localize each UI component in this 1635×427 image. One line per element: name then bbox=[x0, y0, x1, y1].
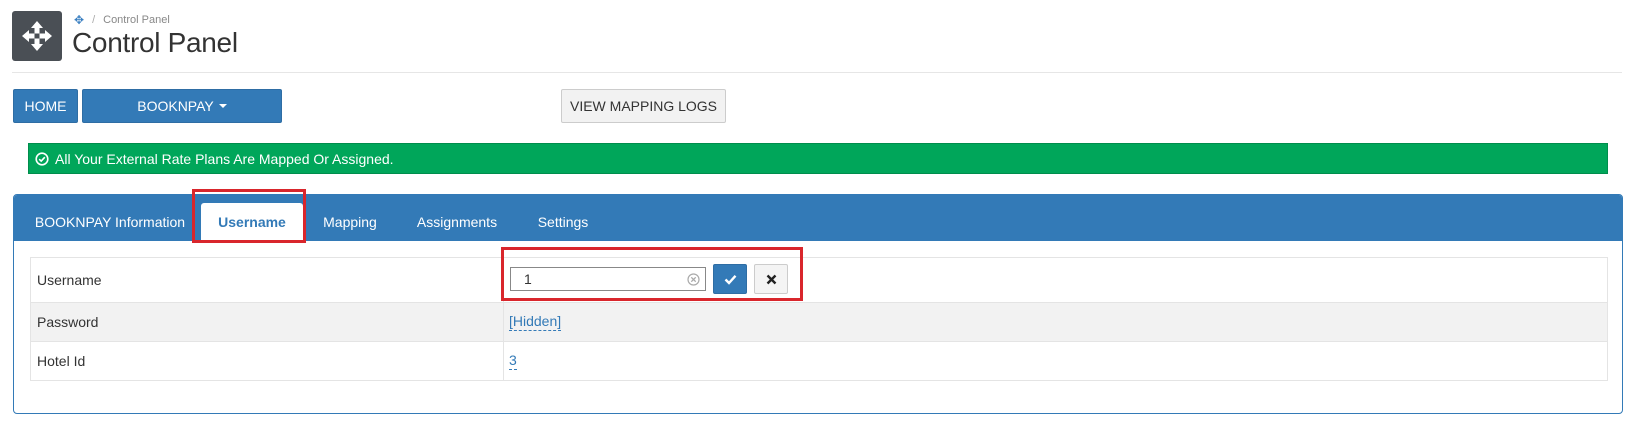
table-row-hotel-id: Hotel Id 3 bbox=[31, 341, 1607, 380]
password-label: Password bbox=[37, 314, 99, 330]
tab-bar: BOOKNPAY Information Username Mapping As… bbox=[14, 195, 1622, 241]
page-header: ✥ / Control Panel Control Panel bbox=[12, 11, 1622, 73]
breadcrumb-item-control-panel[interactable]: Control Panel bbox=[103, 14, 170, 26]
table-row-password: Password [Hidden] bbox=[31, 302, 1607, 341]
cancel-edit-button[interactable] bbox=[754, 264, 788, 294]
tab-booknpay-information[interactable]: BOOKNPAY Information bbox=[32, 203, 188, 241]
username-label: Username bbox=[37, 272, 102, 288]
move-arrows-icon bbox=[12, 11, 62, 61]
tab-settings[interactable]: Settings bbox=[529, 203, 597, 241]
cell-divider bbox=[503, 342, 504, 380]
password-editable-link[interactable]: [Hidden] bbox=[509, 313, 562, 331]
view-mapping-logs-label: VIEW MAPPING LOGS bbox=[569, 98, 718, 114]
home-button[interactable]: HOME bbox=[13, 89, 78, 123]
booknpay-dropdown-button[interactable]: BOOKNPAY bbox=[82, 89, 282, 123]
move-small-icon[interactable]: ✥ bbox=[74, 13, 84, 27]
username-input-value: 1 bbox=[524, 271, 532, 287]
clear-input-icon[interactable] bbox=[687, 273, 700, 286]
tab-mapping[interactable]: Mapping bbox=[315, 203, 385, 241]
tab-username[interactable]: Username bbox=[201, 203, 303, 241]
tab-assignments[interactable]: Assignments bbox=[407, 203, 507, 241]
alert-text: All Your External Rate Plans Are Mapped … bbox=[55, 150, 394, 167]
home-button-label: HOME bbox=[24, 98, 67, 114]
view-mapping-logs-button[interactable]: VIEW MAPPING LOGS bbox=[561, 89, 726, 123]
check-circle-icon bbox=[35, 151, 49, 166]
hotel-id-label: Hotel Id bbox=[37, 353, 86, 369]
details-table: Username 1 Password [Hidden] Hotel Id 3 bbox=[30, 257, 1608, 381]
cell-divider bbox=[503, 303, 504, 341]
booknpay-button-label: BOOKNPAY bbox=[137, 98, 214, 114]
confirm-edit-button[interactable] bbox=[713, 264, 747, 294]
close-icon bbox=[766, 274, 776, 284]
booknpay-panel: BOOKNPAY Information Username Mapping As… bbox=[13, 194, 1623, 414]
username-input[interactable]: 1 bbox=[510, 267, 706, 291]
success-alert: All Your External Rate Plans Are Mapped … bbox=[28, 143, 1608, 174]
password-value-cell: [Hidden] bbox=[509, 303, 562, 341]
cell-divider bbox=[503, 258, 504, 302]
breadcrumb: ✥ / Control Panel bbox=[74, 13, 170, 27]
hotel-id-editable-link[interactable]: 3 bbox=[509, 352, 517, 370]
check-icon bbox=[724, 274, 736, 285]
table-row-username: Username 1 bbox=[31, 258, 1607, 302]
caret-down-icon bbox=[218, 104, 227, 108]
page-title: Control Panel bbox=[72, 27, 238, 58]
breadcrumb-separator: / bbox=[92, 14, 96, 26]
hotel-id-value-cell: 3 bbox=[509, 342, 517, 380]
